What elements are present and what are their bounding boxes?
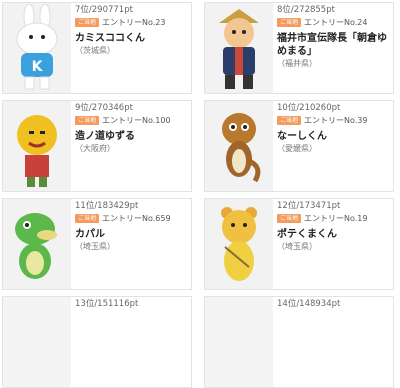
ranking-card[interactable]: 12位/173471pt ご当地 エントリーNo.19 ポテくまくん （埼玉県）	[204, 198, 394, 290]
mascot-name[interactable]: 造ノ道ゆずる	[75, 130, 191, 143]
entry-number: エントリーNo.659	[102, 214, 171, 223]
entry-number: エントリーNo.19	[304, 214, 368, 223]
rank-points: 8位/272855pt	[277, 5, 335, 15]
category-badge: ご当地	[75, 18, 100, 27]
kappa-mascot-icon	[3, 199, 71, 289]
mascot-image[interactable]	[205, 199, 273, 289]
entry-number: エントリーNo.24	[304, 18, 368, 27]
rank-points: 7位/290771pt	[75, 5, 133, 15]
mascot-image[interactable]	[3, 101, 71, 191]
category-badge: ご当地	[277, 116, 302, 125]
potato-bear-mascot-icon	[205, 199, 273, 289]
yuzu-mascot-icon	[3, 101, 71, 191]
samurai-mascot-icon	[205, 3, 273, 93]
prefecture: （福井県）	[277, 59, 317, 68]
category-badge: ご当地	[75, 214, 100, 223]
rank-points: 10位/210260pt	[277, 103, 341, 113]
ranking-card[interactable]: 8位/272855pt ご当地 エントリーNo.24 福井市宣伝隊長「朝倉ゆめまる…	[204, 2, 394, 94]
entry-number: エントリーNo.100	[102, 116, 171, 125]
entry-number: エントリーNo.23	[102, 18, 166, 27]
ranking-card[interactable]: K 7位/290771pt ご当地 エントリーNo.23 カミスココくん （茨城県…	[2, 2, 192, 94]
mascot-name[interactable]: 福井市宣伝隊長「朝倉ゆめまる」	[277, 32, 393, 58]
rank-points: 11位/183429pt	[75, 201, 139, 211]
svg-text:K: K	[32, 59, 44, 75]
entry-number: エントリーNo.39	[304, 116, 368, 125]
prefecture: （埼玉県）	[277, 242, 317, 251]
rank-points: 12位/173471pt	[277, 201, 341, 211]
rank-points: 9位/270346pt	[75, 103, 133, 113]
category-badge: ご当地	[75, 116, 100, 125]
mascot-name[interactable]: カパル	[75, 228, 191, 241]
rank-points: 13位/151116pt	[75, 299, 139, 309]
mascot-name[interactable]: ポテくまくん	[277, 228, 393, 241]
prefecture: （茨城県）	[75, 46, 115, 55]
ranking-card[interactable]: 11位/183429pt ご当地 エントリーNo.659 カパル （埼玉県）	[2, 198, 192, 290]
mascot-image[interactable]	[205, 3, 273, 93]
rank-points: 14位/148934pt	[277, 299, 341, 309]
mascot-image[interactable]	[205, 297, 273, 387]
ranking-card[interactable]: 10位/210260pt ご当地 エントリーNo.39 なーしくん （愛媛県）	[204, 100, 394, 192]
mascot-name[interactable]: なーしくん	[277, 130, 393, 143]
prefecture: （愛媛県）	[277, 144, 317, 153]
ranking-card[interactable]: 14位/148934pt	[204, 296, 394, 388]
ranking-card[interactable]: 9位/270346pt ご当地 エントリーNo.100 造ノ道ゆずる （大阪府）	[2, 100, 192, 192]
ranking-card[interactable]: 13位/151116pt	[2, 296, 192, 388]
mascot-image[interactable]: K	[3, 3, 71, 93]
mascot-image[interactable]	[205, 101, 273, 191]
category-badge: ご当地	[277, 18, 302, 27]
prefecture: （埼玉県）	[75, 242, 115, 251]
category-badge: ご当地	[277, 214, 302, 223]
mascot-name[interactable]: カミスココくん	[75, 32, 191, 45]
mascot-image[interactable]	[3, 297, 71, 387]
pear-mascot-icon	[205, 101, 273, 191]
white-rabbit-mascot-icon: K	[3, 3, 71, 93]
mascot-image[interactable]	[3, 199, 71, 289]
prefecture: （大阪府）	[75, 144, 115, 153]
ranking-grid: K 7位/290771pt ご当地 エントリーNo.23 カミスココくん （茨城県…	[0, 0, 400, 388]
